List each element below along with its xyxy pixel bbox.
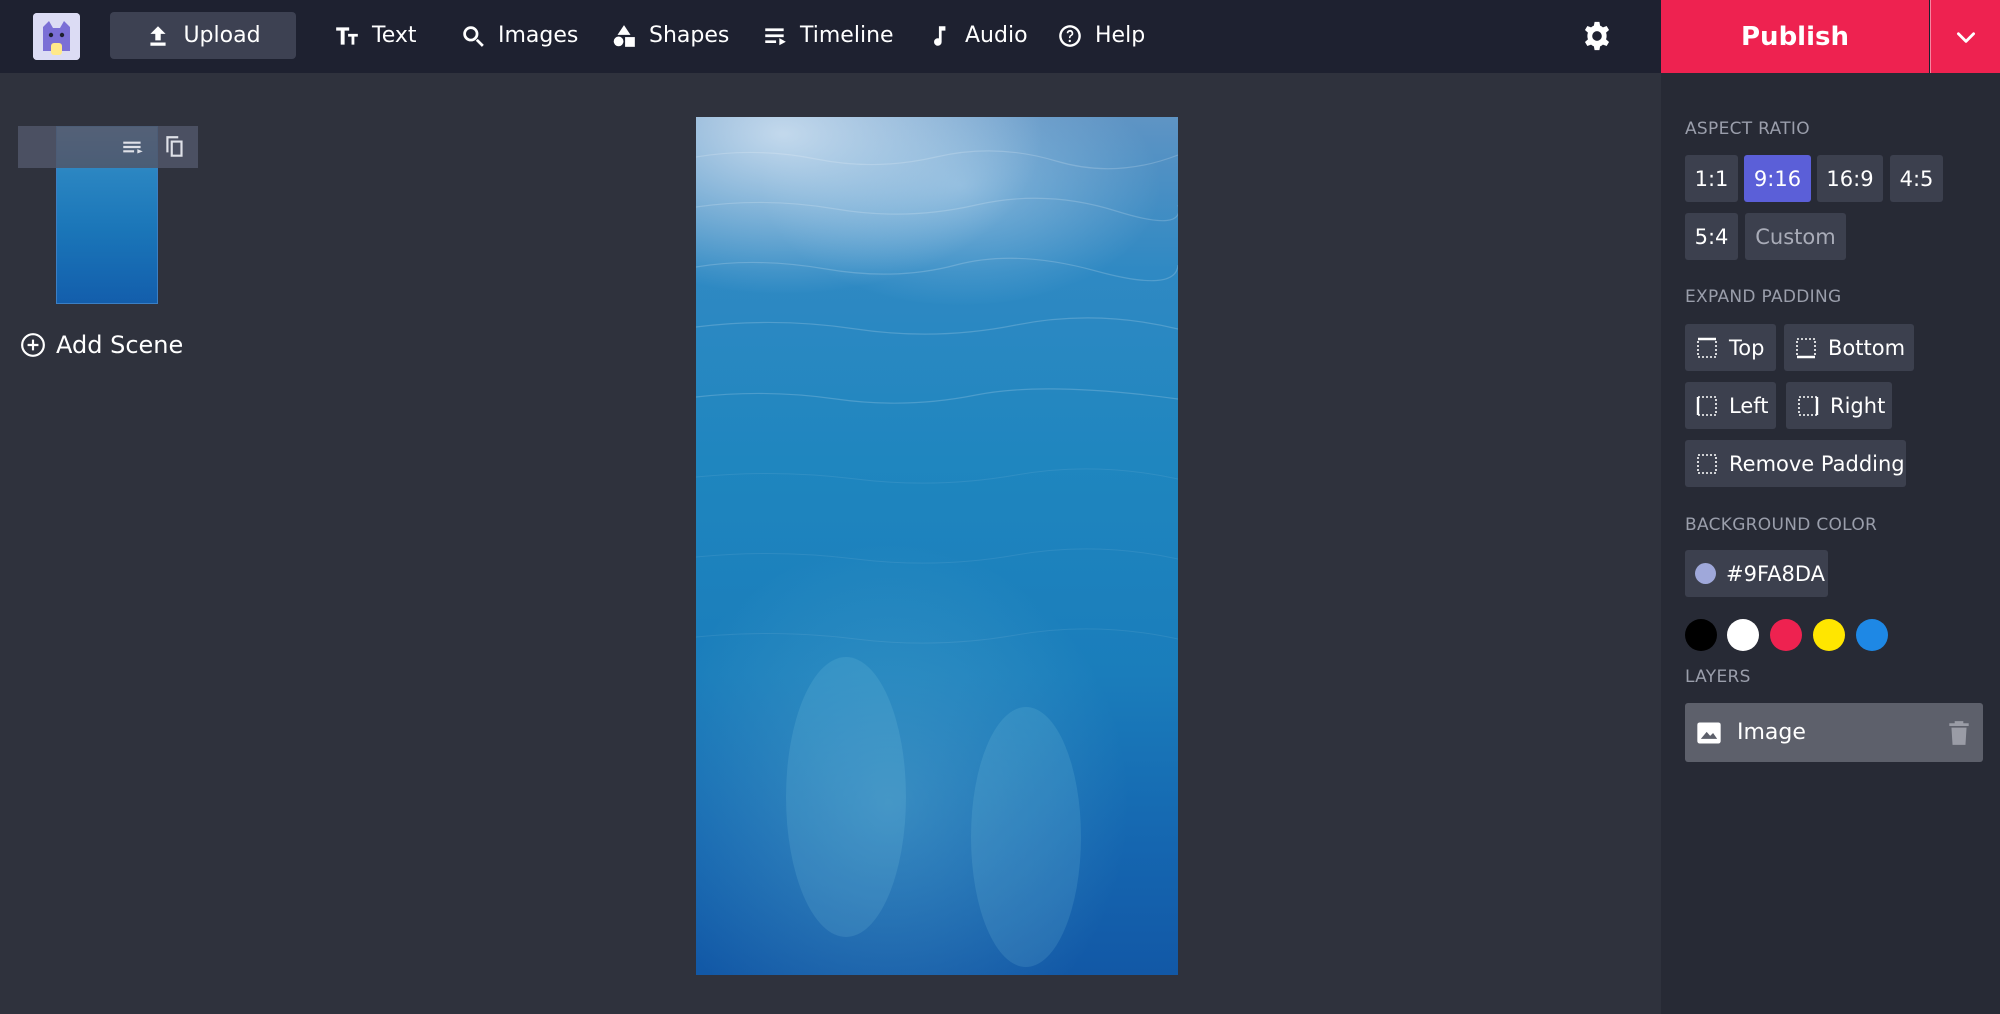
trash-icon[interactable]: [1946, 719, 1972, 747]
settings-button[interactable]: [1580, 19, 1614, 53]
current-color-dot: [1695, 563, 1716, 584]
add-scene-label: Add Scene: [56, 331, 184, 359]
upload-icon: [150, 25, 167, 46]
remove-padding-icon: [1697, 453, 1717, 474]
pad-top-icon: [1697, 337, 1717, 358]
canvas-image[interactable]: [696, 117, 1178, 975]
top-bar: Upload Text Images Shapes Timeline Audio…: [0, 0, 2000, 73]
aspect-ratio-heading: ASPECT RATIO: [1685, 119, 1810, 139]
swatch-white[interactable]: [1727, 619, 1759, 651]
publish-label: Publish: [1741, 21, 1849, 52]
pad-right-icon: [1798, 395, 1819, 416]
nav-shapes-label: Shapes: [649, 23, 730, 48]
aspect-5-4-button[interactable]: 5:4: [1685, 213, 1738, 260]
nav-timeline[interactable]: Timeline: [748, 12, 908, 59]
scene-toolbar: [18, 126, 198, 168]
nav-audio[interactable]: Audio: [913, 12, 1042, 59]
chevron-down-icon: [1956, 31, 1975, 43]
pad-top-label: Top: [1729, 335, 1765, 360]
aspect-9-16-button[interactable]: 9:16: [1744, 155, 1811, 202]
swatch-red[interactable]: [1770, 619, 1802, 651]
ocean-texture: [696, 150, 1178, 967]
upload-button[interactable]: Upload: [110, 12, 296, 59]
nav-shapes[interactable]: Shapes: [597, 12, 743, 59]
nav-help-label: Help: [1095, 23, 1146, 48]
gear-icon: [1584, 21, 1610, 51]
aspect-custom-button[interactable]: Custom: [1745, 213, 1846, 260]
pad-left-icon: [1696, 395, 1717, 416]
upload-label: Upload: [183, 23, 261, 48]
nav-help[interactable]: Help: [1043, 12, 1159, 59]
remove-padding-label: Remove Padding: [1729, 451, 1905, 476]
layers-heading: LAYERS: [1685, 667, 1751, 687]
pad-right-button[interactable]: Right: [1786, 382, 1892, 429]
publish-dropdown-button[interactable]: [1930, 0, 2000, 73]
publish-button[interactable]: Publish: [1661, 0, 1929, 73]
timeline-icon: [765, 27, 786, 45]
search-icon: [463, 25, 484, 47]
duplicate-icon[interactable]: [162, 134, 188, 160]
music-note-icon: [934, 25, 946, 46]
pad-bottom-button[interactable]: Bottom: [1784, 324, 1914, 371]
reorder-icon[interactable]: [120, 134, 146, 160]
layer-item-image[interactable]: Image: [1685, 703, 1983, 762]
help-circle-icon: [1059, 24, 1081, 47]
aspect-16-9-button[interactable]: 16:9: [1817, 155, 1883, 202]
shapes-icon: [613, 24, 635, 47]
image-icon: [1697, 722, 1721, 743]
remove-padding-button[interactable]: Remove Padding: [1685, 440, 1906, 487]
nav-audio-label: Audio: [965, 23, 1028, 48]
pad-left-button[interactable]: Left: [1685, 382, 1776, 429]
nav-timeline-label: Timeline: [800, 23, 894, 48]
pad-bottom-icon: [1796, 337, 1816, 358]
cat-logo-icon[interactable]: [33, 13, 80, 60]
add-scene-button[interactable]: Add Scene: [20, 329, 183, 361]
expand-padding-heading: EXPAND PADDING: [1685, 287, 1842, 307]
pad-right-label: Right: [1830, 393, 1886, 418]
swatch-black[interactable]: [1685, 619, 1717, 651]
plus-circle-icon: [21, 333, 45, 357]
background-color-value: #9FA8DA: [1726, 561, 1826, 586]
pad-left-label: Left: [1729, 393, 1769, 418]
text-size-icon: [336, 26, 358, 45]
background-color-heading: BACKGROUND COLOR: [1685, 515, 1878, 535]
swatch-yellow[interactable]: [1813, 619, 1845, 651]
nav-text[interactable]: Text: [320, 12, 431, 59]
swatch-blue[interactable]: [1856, 619, 1888, 651]
aspect-1-1-button[interactable]: 1:1: [1685, 155, 1738, 202]
pad-bottom-label: Bottom: [1828, 335, 1906, 360]
aspect-4-5-button[interactable]: 4:5: [1890, 155, 1943, 202]
background-color-picker[interactable]: #9FA8DA: [1685, 550, 1828, 597]
pad-top-button[interactable]: Top: [1685, 324, 1776, 371]
nav-images-label: Images: [498, 23, 579, 48]
nav-images[interactable]: Images: [446, 12, 592, 59]
nav-text-label: Text: [372, 23, 417, 48]
layer-name: Image: [1737, 720, 1806, 745]
